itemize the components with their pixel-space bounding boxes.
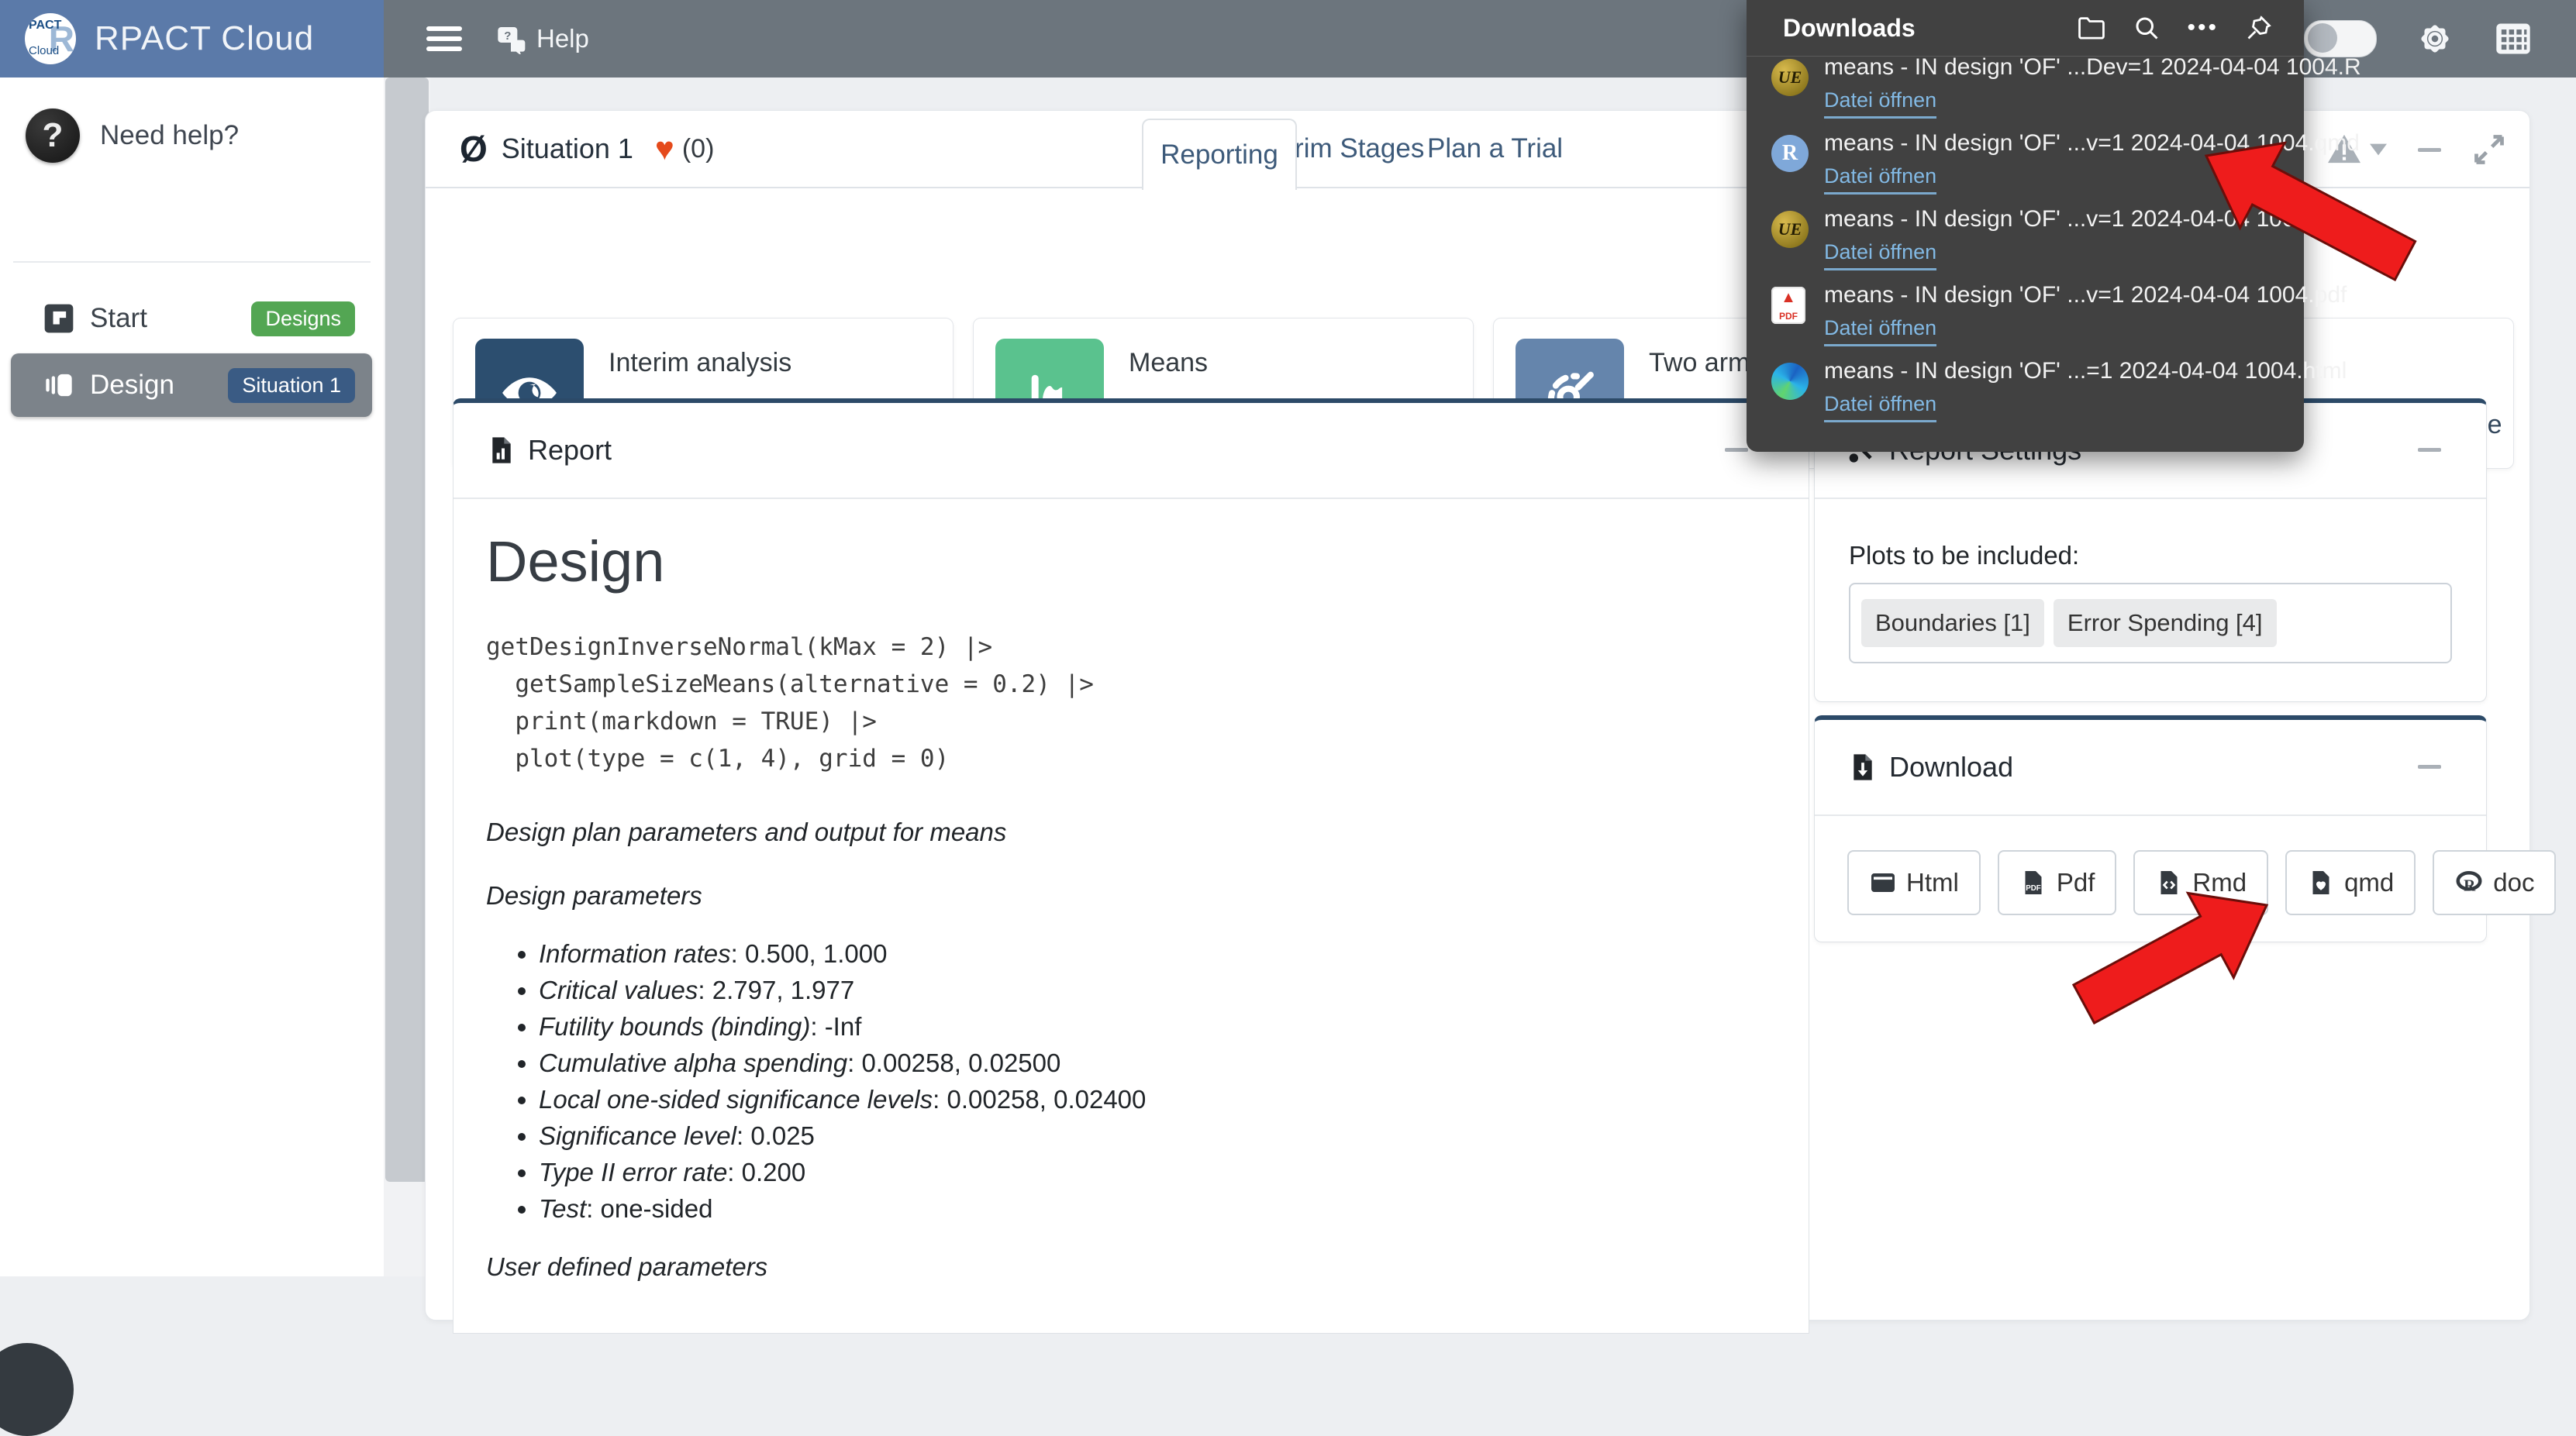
pdf-file-icon: ▲ PDF: [1771, 287, 1805, 324]
download-panel-title: Download: [1889, 751, 2013, 783]
sidebar-item-label: Design: [90, 370, 174, 401]
parameter-item: Cumulative alpha spending: 0.00258, 0.02…: [539, 1051, 1778, 1076]
chip-error-spending[interactable]: Error Spending [4]: [2054, 599, 2277, 647]
situation-badge: Situation 1: [228, 368, 355, 403]
annotation-arrow-qmd-button: [2034, 673, 2499, 1138]
sidebar: ? Need help? Start Designs Design Situat…: [0, 77, 384, 1276]
sidebar-item-label: Start: [90, 303, 147, 334]
ultraedit-icon: UE: [1771, 211, 1809, 248]
open-file-link[interactable]: Datei öffnen: [1824, 316, 1936, 346]
situation-label: Situation 1: [502, 133, 633, 165]
report-panel-title: Report: [528, 434, 612, 467]
code-line: getSampleSizeMeans(alternative = 0.2) |>: [486, 666, 1778, 703]
download-html-button[interactable]: Html: [1847, 850, 1981, 915]
start-flag-icon: [43, 303, 74, 334]
report-body: Design getDesignInverseNormal(kMax = 2) …: [486, 511, 1778, 1282]
question-mark-icon: ?: [26, 108, 80, 163]
favorite-count: (0): [682, 134, 715, 164]
svg-text:?: ?: [504, 29, 511, 43]
help-bubbles-icon: ?: [495, 23, 527, 54]
code-line: print(markdown = TRUE) |>: [486, 703, 1778, 740]
apps-grid-icon[interactable]: [2493, 19, 2533, 59]
report-panel: Report Design getDesignInverseNormal(kMa…: [453, 398, 1809, 1334]
collapse-settings-button[interactable]: [2418, 448, 2441, 452]
r-file-icon: R: [1771, 135, 1809, 172]
parameter-item: Local one-sided significance levels: 0.0…: [539, 1087, 1778, 1112]
designs-badge: Designs: [251, 301, 355, 336]
parameter-item: Type II error rate: 0.200: [539, 1160, 1778, 1185]
floating-bubble[interactable]: [0, 1343, 74, 1436]
downloads-title: Downloads: [1783, 14, 1916, 43]
need-help-label: Need help?: [100, 120, 239, 151]
download-file-icon: [1847, 752, 1878, 783]
tab-label: Reporting: [1160, 139, 1278, 170]
card-title: Interim analysis: [609, 348, 791, 378]
plots-chip-input[interactable]: Boundaries [1] Error Spending [4]: [1849, 583, 2452, 663]
tab-plan-a-trial[interactable]: Plan a Trial: [1427, 133, 1563, 164]
design-parameters-list: Information rates: 0.500, 1.000 Critical…: [508, 942, 1778, 1221]
help-label: Help: [536, 24, 589, 53]
annotation-arrow-qmd-download: [1974, 0, 2439, 388]
report-panel-header: Report: [453, 403, 1809, 499]
design-columns-icon: [43, 370, 74, 401]
plots-included-label: Plots to be included:: [1849, 541, 2079, 570]
code-line: plot(type = c(1, 4), grid = 0): [486, 740, 1778, 777]
html-window-icon: [1869, 869, 1897, 897]
collapse-report-button[interactable]: [1725, 448, 1748, 452]
parameter-item: Test: one-sided: [539, 1197, 1778, 1221]
card-title: Means: [1129, 348, 1208, 378]
expand-card-icon[interactable]: [2472, 133, 2506, 167]
report-subtitle: Design plan parameters and output for me…: [486, 818, 1778, 847]
parameter-item: Significance level: 0.025: [539, 1124, 1778, 1148]
empty-set-icon: Ø: [460, 128, 488, 170]
parameter-item: Information rates: 0.500, 1.000: [539, 942, 1778, 966]
report-subtitle: Design parameters: [486, 881, 1778, 911]
open-file-link[interactable]: Datei öffnen: [1824, 164, 1936, 195]
chip-boundaries[interactable]: Boundaries [1]: [1861, 599, 2044, 647]
need-help-button[interactable]: ? Need help?: [26, 108, 384, 163]
sidebar-header: R PACT Cloud RPACT Cloud: [0, 0, 384, 77]
hamburger-menu-icon[interactable]: [426, 21, 462, 57]
brand-title: RPACT Cloud: [95, 19, 314, 58]
open-file-link[interactable]: Datei öffnen: [1824, 88, 1936, 119]
sidebar-item-design[interactable]: Design Situation 1: [11, 353, 372, 417]
open-file-link[interactable]: Datei öffnen: [1824, 240, 1936, 270]
report-heading: Design: [486, 529, 1778, 594]
situation-title: Ø Situation 1 ♥ (0): [460, 128, 714, 170]
parameter-item: Critical values: 2.797, 1.977: [539, 978, 1778, 1003]
sidebar-item-start[interactable]: Start Designs: [11, 287, 372, 350]
favorite-heart-icon[interactable]: ♥: [655, 130, 674, 167]
help-button[interactable]: ? Help: [495, 23, 589, 54]
parameter-item: Futility bounds (binding): -Inf: [539, 1014, 1778, 1039]
ultraedit-icon: UE: [1771, 59, 1809, 96]
tab-reporting[interactable]: Reporting: [1142, 119, 1297, 190]
code-line: getDesignInverseNormal(kMax = 2) |>: [486, 628, 1778, 666]
sidebar-divider: [13, 261, 371, 263]
rpact-logo-icon: R PACT Cloud: [25, 13, 76, 64]
code-block: getDesignInverseNormal(kMax = 2) |> getS…: [486, 628, 1778, 777]
report-footer: User defined parameters: [486, 1252, 1778, 1282]
report-file-icon: [486, 435, 517, 466]
scrollbar-thumb[interactable]: [385, 77, 429, 1182]
open-file-link[interactable]: Datei öffnen: [1824, 392, 1936, 422]
edge-browser-icon: [1771, 363, 1809, 400]
